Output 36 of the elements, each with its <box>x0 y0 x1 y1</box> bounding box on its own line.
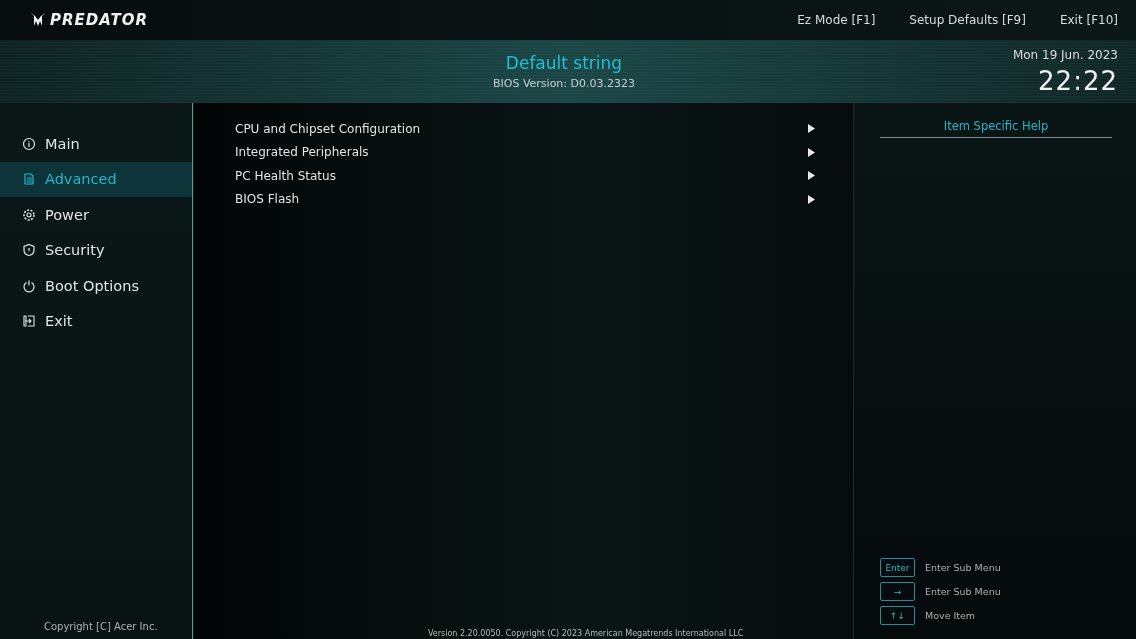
submenu-item[interactable]: PC Health Status <box>235 164 853 188</box>
submenu-item[interactable]: Integrated Peripherals <box>235 140 853 164</box>
sidebar-item[interactable]: Advanced <box>0 161 192 197</box>
copyright-text: Copyright [C] Acer Inc. <box>43 621 159 634</box>
submenu-item[interactable]: CPU and Chipset Configuration <box>235 117 853 141</box>
help-title: Item Specific Help <box>880 119 1112 138</box>
top-menu-button[interactable]: Exit [F10] <box>1059 13 1118 27</box>
date-text: Mon 19 Jun. 2023 <box>1012 47 1118 62</box>
brand-logo: PREDATOR <box>50 11 148 29</box>
key-action: Move Item <box>925 610 976 621</box>
sidebar-item[interactable]: Power <box>0 197 192 233</box>
top-menu-button[interactable]: Ez Mode [F1] <box>797 13 876 27</box>
sidebar-item[interactable]: Main <box>0 126 192 162</box>
power-icon <box>22 278 36 293</box>
sidebar-item[interactable]: Security <box>0 232 192 268</box>
key-cap: → <box>880 582 915 601</box>
sidebar-item[interactable]: Boot Options <box>0 268 192 304</box>
exit-icon <box>22 314 36 329</box>
top-menu-button[interactable]: Setup Defaults [F9] <box>909 13 1026 27</box>
key-cap: ↑↓ <box>880 606 915 625</box>
triangle-icon <box>808 171 815 181</box>
shield-icon <box>22 243 36 258</box>
gear-icon <box>22 207 36 222</box>
info-icon <box>22 136 36 151</box>
key-cap: Enter <box>880 558 915 577</box>
sidebar-item[interactable]: Exit <box>0 303 192 339</box>
version-text: Version 2.20.0050. Copyright (C) 2023 American Megatrends International LLC <box>427 629 745 639</box>
clock-time: 22:22 <box>1038 65 1118 96</box>
triangle-icon <box>808 124 815 134</box>
key-action: Enter Sub Menu <box>925 562 1001 573</box>
system-title: Default string <box>505 53 623 73</box>
key-action: Enter Sub Menu <box>925 586 1001 597</box>
triangle-icon <box>808 147 815 157</box>
submenu-item[interactable]: BIOS Flash <box>235 187 853 211</box>
bios-version: BIOS Version: D0.03.2323 <box>492 77 635 90</box>
triangle-icon <box>808 194 815 204</box>
